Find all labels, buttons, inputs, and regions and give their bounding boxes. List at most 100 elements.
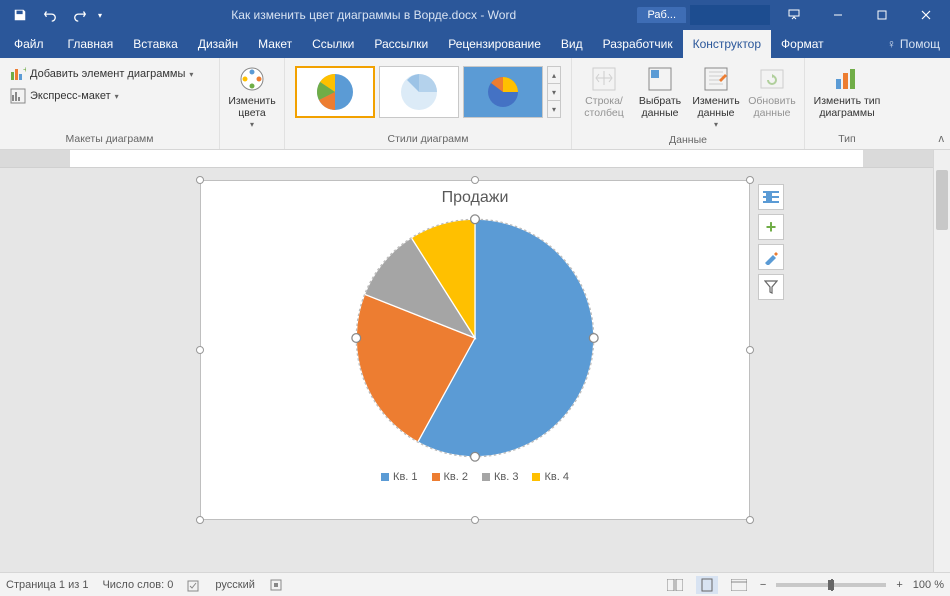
tab-insert[interactable]: Вставка	[123, 30, 188, 58]
resize-handle[interactable]	[746, 176, 754, 184]
word-count[interactable]: Число слов: 0	[102, 579, 173, 591]
proofing-icon[interactable]	[187, 578, 201, 592]
chart-filters-button[interactable]	[758, 274, 784, 300]
horizontal-ruler[interactable]	[0, 150, 933, 168]
group-change-colors: Изменить цвета ▾	[220, 58, 285, 149]
add-element-icon: +	[10, 66, 26, 82]
macro-icon[interactable]	[269, 578, 283, 592]
resize-handle[interactable]	[471, 516, 479, 524]
legend-item[interactable]: Кв. 4	[532, 471, 568, 483]
legend-item[interactable]: Кв. 3	[482, 471, 518, 483]
style-thumb-3[interactable]	[463, 66, 543, 118]
tab-format[interactable]: Формат	[771, 30, 834, 58]
zoom-slider-thumb[interactable]	[828, 580, 834, 590]
select-data-button[interactable]: Выбрать данные	[634, 62, 686, 121]
account-name[interactable]	[690, 5, 770, 25]
ribbon-options-button[interactable]	[774, 3, 814, 27]
resize-handle[interactable]	[196, 516, 204, 524]
undo-button[interactable]	[38, 3, 62, 27]
chart-float-tools: +	[758, 184, 784, 300]
group-data: Строка/ столбец Выбрать данные Изменить …	[572, 58, 805, 149]
vertical-scrollbar[interactable]	[933, 150, 950, 572]
print-layout-button[interactable]	[696, 576, 718, 594]
ribbon: + Добавить элемент диаграммы ▾ Экспресс-…	[0, 58, 950, 150]
change-colors-label: Изменить цвета	[228, 96, 276, 119]
zoom-out-button[interactable]: −	[760, 579, 766, 591]
chart-object[interactable]: Продажи Кв. 1 Кв. 2 Кв. 3 Кв. 4	[200, 180, 750, 520]
lightbulb-icon: ♀	[887, 37, 896, 51]
tab-developer[interactable]: Разработчик	[593, 30, 683, 58]
chart-elements-button[interactable]: +	[758, 214, 784, 240]
document-title: Как изменить цвет диаграммы в Ворде.docx…	[110, 8, 637, 22]
web-layout-button[interactable]	[728, 576, 750, 594]
pie-chart[interactable]	[201, 207, 749, 463]
language-indicator[interactable]: русский	[215, 579, 254, 591]
tab-review[interactable]: Рецензирование	[438, 30, 551, 58]
chart-title[interactable]: Продажи	[201, 181, 749, 207]
contextual-tab-label: Раб...	[637, 7, 686, 23]
resize-handle[interactable]	[746, 346, 754, 354]
express-layout-icon	[10, 88, 26, 104]
save-button[interactable]	[8, 3, 32, 27]
tell-me[interactable]: ♀ Помощ	[834, 30, 950, 58]
change-colors-button[interactable]: Изменить цвета ▾	[226, 62, 278, 132]
resize-handle[interactable]	[746, 516, 754, 524]
maximize-button[interactable]	[862, 3, 902, 27]
refresh-data-button[interactable]: Обновить данные	[746, 62, 798, 121]
legend-swatch	[482, 473, 490, 481]
layout-options-button[interactable]	[758, 184, 784, 210]
quick-layout-button[interactable]: Экспресс-макет ▾	[6, 86, 123, 106]
group-label-layouts: Макеты диаграмм	[6, 131, 213, 147]
legend-swatch	[532, 473, 540, 481]
legend-label: Кв. 1	[393, 471, 417, 483]
tab-references[interactable]: Ссылки	[302, 30, 364, 58]
resize-handle[interactable]	[196, 176, 204, 184]
group-label-data: Данные	[578, 132, 798, 148]
tell-me-label: Помощ	[900, 37, 940, 51]
refresh-data-label: Обновить данные	[748, 96, 796, 119]
zoom-level[interactable]: 100 %	[913, 579, 944, 591]
chevron-down-icon: ▾	[189, 70, 193, 79]
chart-type-icon	[832, 64, 862, 94]
add-element-label: Добавить элемент диаграммы	[30, 68, 185, 80]
tab-mailings[interactable]: Рассылки	[364, 30, 438, 58]
minimize-button[interactable]	[818, 3, 858, 27]
zoom-slider[interactable]	[776, 583, 886, 587]
style-gallery-more[interactable]: ▴▾▾	[547, 66, 561, 118]
tab-layout[interactable]: Макет	[248, 30, 302, 58]
tab-file[interactable]: Файл	[4, 30, 58, 58]
edit-data-button[interactable]: Изменить данные ▾	[690, 62, 742, 132]
legend-label: Кв. 4	[544, 471, 568, 483]
page-indicator[interactable]: Страница 1 из 1	[6, 579, 88, 591]
legend-item[interactable]: Кв. 1	[381, 471, 417, 483]
tab-home[interactable]: Главная	[58, 30, 124, 58]
legend-item[interactable]: Кв. 2	[432, 471, 468, 483]
style-thumb-2[interactable]	[379, 66, 459, 118]
select-data-icon	[645, 64, 675, 94]
legend-label: Кв. 3	[494, 471, 518, 483]
resize-handle[interactable]	[196, 346, 204, 354]
row-col-label: Строка/ столбец	[584, 96, 623, 119]
change-type-label: Изменить тип диаграммы	[814, 96, 881, 119]
redo-button[interactable]	[68, 3, 92, 27]
tab-konstructor[interactable]: Конструктор	[683, 30, 771, 58]
tab-design[interactable]: Дизайн	[188, 30, 248, 58]
read-mode-button[interactable]	[664, 576, 686, 594]
qat-more-icon[interactable]: ▾	[98, 11, 102, 20]
group-label-styles: Стили диаграмм	[291, 131, 565, 147]
switch-row-column-button[interactable]: Строка/ столбец	[578, 62, 630, 121]
zoom-in-button[interactable]: +	[896, 579, 902, 591]
close-button[interactable]	[906, 3, 946, 27]
chart-legend[interactable]: Кв. 1 Кв. 2 Кв. 3 Кв. 4	[201, 463, 749, 483]
style-thumb-1[interactable]	[295, 66, 375, 118]
titlebar: ▾ Как изменить цвет диаграммы в Ворде.do…	[0, 0, 950, 30]
chevron-down-icon: ▾	[250, 121, 254, 130]
tab-view[interactable]: Вид	[551, 30, 593, 58]
statusbar: Страница 1 из 1 Число слов: 0 русский − …	[0, 572, 950, 596]
chart-styles-button[interactable]	[758, 244, 784, 270]
add-chart-element-button[interactable]: + Добавить элемент диаграммы ▾	[6, 64, 197, 84]
collapse-ribbon-button[interactable]: ʌ	[939, 133, 945, 145]
scrollbar-thumb[interactable]	[936, 170, 948, 230]
resize-handle[interactable]	[471, 176, 479, 184]
change-chart-type-button[interactable]: Изменить тип диаграммы	[811, 62, 883, 121]
